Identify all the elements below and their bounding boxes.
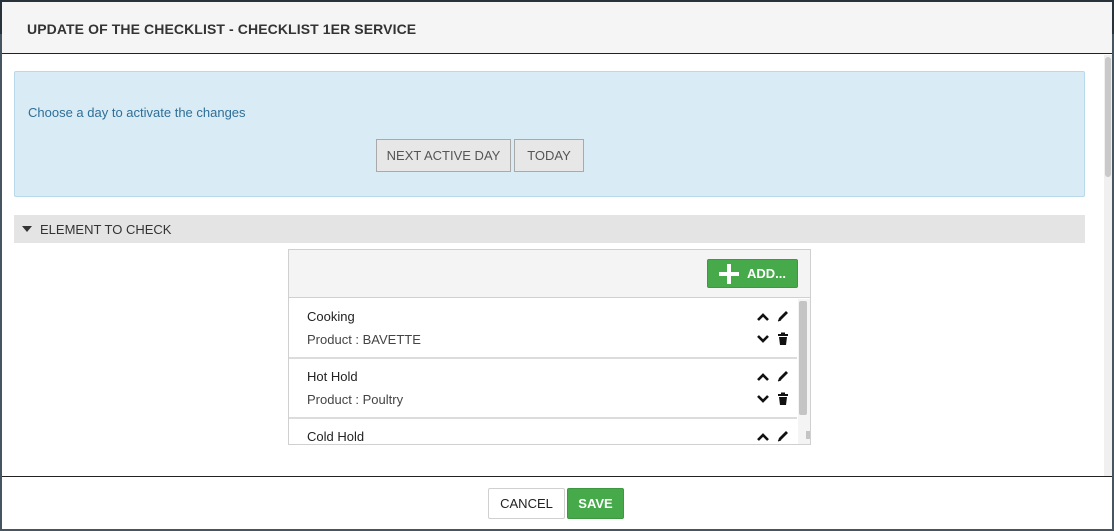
- next-active-day-button[interactable]: NEXT ACTIVE DAY: [376, 139, 511, 172]
- element-to-check-section-header[interactable]: ELEMENT TO CHECK: [14, 215, 1085, 243]
- item-name: Hot Hold: [307, 369, 358, 384]
- item-product: Product : BAVETTE: [307, 332, 421, 347]
- modal-title: UPDATE OF THE CHECKLIST - CHECKLIST 1ER …: [27, 21, 417, 37]
- pencil-icon[interactable]: [776, 369, 790, 383]
- modal-header: UPDATE OF THE CHECKLIST - CHECKLIST 1ER …: [2, 2, 1112, 54]
- trash-icon[interactable]: [776, 392, 790, 406]
- chevron-up-icon[interactable]: [756, 370, 770, 384]
- plus-icon: [719, 263, 739, 284]
- resize-handle[interactable]: [806, 431, 810, 439]
- item-name: Cooking: [307, 309, 355, 324]
- trash-icon[interactable]: [776, 332, 790, 346]
- list-scrollbar[interactable]: [798, 299, 810, 444]
- add-button-label: ADD...: [747, 266, 786, 281]
- chevron-up-icon[interactable]: [756, 310, 770, 324]
- list-item: Cold Hold: [289, 419, 797, 444]
- item-name: Cold Hold: [307, 429, 365, 444]
- list-scrollbar-thumb[interactable]: [799, 301, 807, 415]
- pencil-icon[interactable]: [776, 309, 790, 323]
- element-list: ADD... Cooking Product : BAVETTE Hot Hol…: [288, 249, 811, 445]
- list-items: Cooking Product : BAVETTE Hot Hold Produ…: [289, 299, 810, 444]
- list-toolbar: ADD...: [289, 250, 810, 298]
- list-item: Hot Hold Product : Poultry: [289, 359, 797, 419]
- modal-body: Choose a day to activate the changes NEX…: [2, 55, 1112, 476]
- add-element-button[interactable]: ADD...: [707, 259, 798, 288]
- chevron-up-icon[interactable]: [756, 430, 770, 444]
- item-product: Product : Poultry: [307, 392, 404, 407]
- update-checklist-modal: UPDATE OF THE CHECKLIST - CHECKLIST 1ER …: [2, 2, 1112, 529]
- chevron-down-icon[interactable]: [756, 332, 770, 346]
- section-title: ELEMENT TO CHECK: [40, 222, 172, 237]
- chevron-down-icon[interactable]: [756, 392, 770, 406]
- activation-prompt: Choose a day to activate the changes: [28, 105, 246, 120]
- cancel-button[interactable]: CANCEL: [488, 488, 565, 519]
- save-button[interactable]: SAVE: [567, 488, 624, 519]
- modal-footer: CANCEL SAVE: [2, 476, 1112, 529]
- caret-down-icon: [22, 226, 32, 232]
- activation-panel: Choose a day to activate the changes NEX…: [14, 71, 1085, 197]
- modal-body-scrollbar[interactable]: [1104, 55, 1112, 476]
- today-button[interactable]: TODAY: [514, 139, 584, 172]
- pencil-icon[interactable]: [776, 429, 790, 443]
- list-item: Cooking Product : BAVETTE: [289, 299, 797, 359]
- modal-body-scrollbar-thumb[interactable]: [1105, 57, 1111, 177]
